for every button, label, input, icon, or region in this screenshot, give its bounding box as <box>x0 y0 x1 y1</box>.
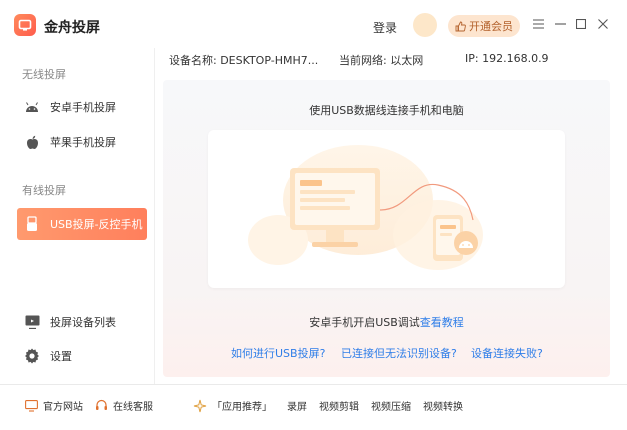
sidebar-item-label: 苹果手机投屏 <box>50 136 116 149</box>
sparkle-icon <box>193 399 207 413</box>
view-tutorial-link[interactable]: 查看教程 <box>420 316 464 329</box>
device-info-bar: 设备名称: DESKTOP-HMH7... 当前网络: 以太网 IP: 192.… <box>155 48 627 68</box>
illustration-card <box>208 130 565 288</box>
apple-icon <box>23 133 41 151</box>
app-link-video-compress[interactable]: 视频压缩 <box>371 398 411 413</box>
sidebar-item-android[interactable]: 安卓手机投屏 <box>17 91 147 123</box>
sidebar-item-label: 投屏设备列表 <box>50 316 116 329</box>
headset-icon <box>94 399 108 413</box>
login-link[interactable]: 登录 <box>373 19 397 36</box>
official-website-label: 官方网站 <box>43 402 83 413</box>
close-icon[interactable] <box>594 15 612 33</box>
help-link-connect-failed[interactable]: 设备连接失败? <box>471 345 543 361</box>
app-link-video-edit[interactable]: 视频剪辑 <box>319 398 359 413</box>
gear-icon <box>23 347 41 365</box>
section-label-wired: 有线投屏 <box>22 184 66 197</box>
usb-connection-illustration <box>248 145 483 270</box>
usb-debug-hint: 安卓手机开启USB调试查看教程 <box>163 314 610 330</box>
footer-bar: 官方网站 在线客服 「应用推荐」 录屏 视频剪辑 视频压缩 视频转换 <box>0 384 627 430</box>
sidebar-item-usb[interactable]: USB投屏-反控手机 <box>17 208 147 240</box>
sidebar: 无线投屏 安卓手机投屏 苹果手机投屏 有线投屏 USB投屏-反控手机 投屏设备列… <box>0 48 155 384</box>
sidebar-item-settings[interactable]: 设置 <box>17 340 147 372</box>
monitor-icon <box>23 313 41 331</box>
avatar[interactable] <box>413 13 437 37</box>
app-link-screen-record[interactable]: 录屏 <box>287 398 307 413</box>
sidebar-item-label: USB投屏-反控手机 <box>50 218 143 231</box>
app-link-video-convert[interactable]: 视频转换 <box>423 398 463 413</box>
menu-icon[interactable] <box>529 15 547 33</box>
sidebar-item-label: 安卓手机投屏 <box>50 101 116 114</box>
app-title: 金舟投屏 <box>44 20 100 36</box>
vip-button-label: 开通会员 <box>469 20 513 33</box>
vip-button[interactable]: 开通会员 <box>448 15 520 37</box>
app-logo-icon <box>14 14 36 36</box>
help-link-how-usb[interactable]: 如何进行USB投屏? <box>231 345 325 361</box>
sidebar-item-label: 设置 <box>50 350 72 363</box>
usb-icon <box>23 215 41 233</box>
minimize-icon[interactable] <box>551 15 569 33</box>
app-recommend-label: 「应用推荐」 <box>212 402 272 413</box>
help-link-not-recognized[interactable]: 已连接但无法识别设备? <box>341 345 457 361</box>
current-network: 当前网络: 以太网 <box>339 54 424 67</box>
section-label-wireless: 无线投屏 <box>22 68 66 81</box>
device-name: 设备名称: DESKTOP-HMH7... <box>169 54 319 67</box>
usb-debug-text: 安卓手机开启USB调试 <box>309 316 420 329</box>
maximize-icon[interactable] <box>572 15 590 33</box>
title-bar: 金舟投屏 登录 开通会员 <box>0 0 627 48</box>
online-support-link[interactable]: 在线客服 <box>94 398 153 413</box>
online-support-label: 在线客服 <box>113 402 153 413</box>
official-website-link[interactable]: 官方网站 <box>24 398 83 413</box>
android-icon <box>23 98 41 116</box>
app-recommend: 「应用推荐」 <box>193 398 272 413</box>
sidebar-item-device-list[interactable]: 投屏设备列表 <box>17 306 147 338</box>
ip-address: IP: 192.168.0.9 <box>465 52 549 65</box>
usb-connect-panel: 使用USB数据线连接手机和电脑 安卓手机开启USB调试查看教程 如何进行USB投… <box>163 80 610 377</box>
sidebar-item-apple[interactable]: 苹果手机投屏 <box>17 126 147 158</box>
website-icon <box>24 399 38 413</box>
usb-headline: 使用USB数据线连接手机和电脑 <box>309 104 464 117</box>
thumb-up-icon <box>455 21 466 31</box>
